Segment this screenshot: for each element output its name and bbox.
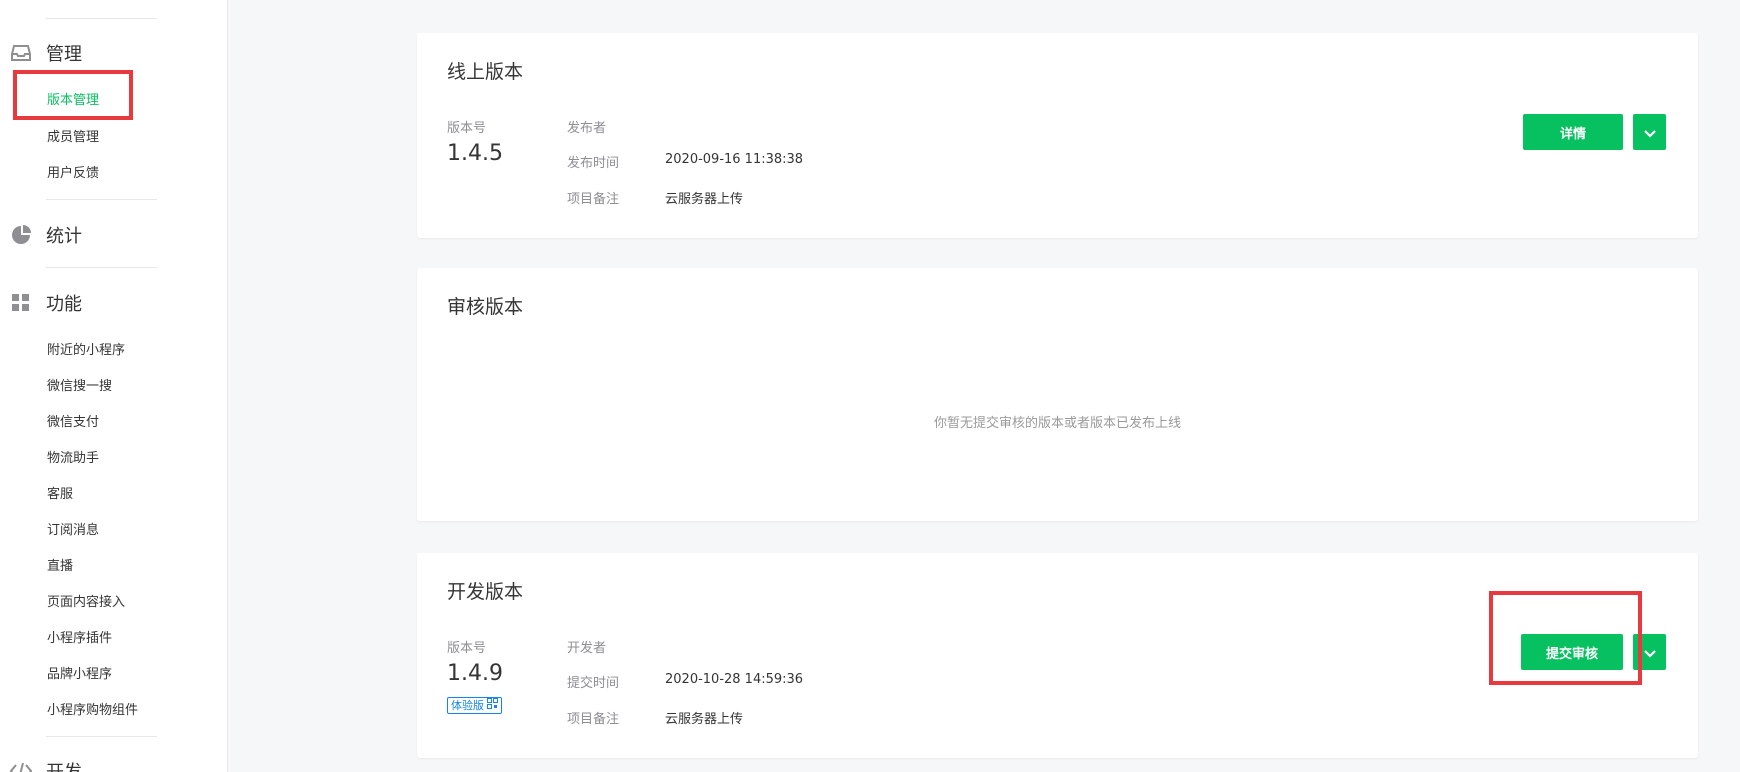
- grid-icon: [10, 292, 32, 314]
- online-more-dropdown[interactable]: [1633, 114, 1666, 150]
- sidebar-divider: [46, 267, 157, 268]
- card-title: 审核版本: [447, 296, 524, 318]
- trial-badge-label: 体验版: [451, 699, 484, 712]
- sidebar: 管理 版本管理 成员管理 用户反馈 统计 功能 附近的小程序 微信搜一搜 微信支…: [0, 0, 228, 772]
- card-title: 开发版本: [447, 581, 524, 603]
- developer-label: 开发者: [567, 641, 607, 656]
- publish-time-label: 发布时间: [567, 156, 620, 171]
- sidebar-item-member-manage[interactable]: 成员管理: [47, 128, 99, 148]
- card-title: 线上版本: [447, 61, 524, 83]
- sidebar-item-customer-service[interactable]: 客服: [47, 485, 73, 505]
- version-label: 版本号: [447, 641, 487, 656]
- details-button[interactable]: 详情: [1523, 114, 1623, 150]
- sidebar-item-brand[interactable]: 品牌小程序: [47, 665, 112, 685]
- remark-value: 云服务器上传: [665, 712, 744, 727]
- sidebar-divider: [46, 199, 157, 200]
- sidebar-divider: [46, 736, 157, 737]
- sidebar-divider: [46, 18, 157, 19]
- sidebar-item-nearby[interactable]: 附近的小程序: [47, 341, 125, 361]
- sidebar-group-dev[interactable]: 开发: [0, 756, 82, 772]
- sidebar-group-label: 开发: [46, 758, 82, 772]
- trial-badge[interactable]: 体验版: [447, 697, 502, 714]
- sidebar-item-plugin[interactable]: 小程序插件: [47, 629, 112, 649]
- sidebar-group-features[interactable]: 功能: [0, 288, 82, 318]
- sidebar-group-label: 统计: [46, 226, 82, 247]
- version-number: 1.4.9: [447, 661, 503, 686]
- highlight-box-version-manage: [13, 70, 133, 120]
- remark-label: 项目备注: [567, 712, 620, 727]
- code-icon: [10, 760, 32, 772]
- sidebar-group-stats[interactable]: 统计: [0, 220, 82, 250]
- online-version-card: 线上版本 版本号 1.4.5 发布者 发布时间 2020-09-16 11:38…: [417, 33, 1698, 238]
- sidebar-group-label: 功能: [46, 294, 82, 315]
- sidebar-group-manage[interactable]: 管理: [0, 38, 82, 68]
- sidebar-group-label: 管理: [46, 44, 82, 65]
- qrcode-icon: [487, 698, 498, 713]
- remark-label: 项目备注: [567, 192, 620, 207]
- submit-time-value: 2020-10-28 14:59:36: [665, 672, 804, 687]
- chevron-down-icon: [1643, 643, 1656, 662]
- highlight-box-submit-review: [1489, 591, 1642, 685]
- sidebar-item-subscribe-msg[interactable]: 订阅消息: [47, 521, 99, 541]
- sidebar-item-search[interactable]: 微信搜一搜: [47, 377, 112, 397]
- sidebar-item-page-content[interactable]: 页面内容接入: [47, 593, 125, 613]
- review-version-card: 审核版本 你暂无提交审核的版本或者版本已发布上线: [417, 268, 1698, 521]
- pie-chart-icon: [10, 224, 32, 246]
- sidebar-item-user-feedback[interactable]: 用户反馈: [47, 164, 99, 184]
- version-label: 版本号: [447, 121, 487, 136]
- empty-state-message: 你暂无提交审核的版本或者版本已发布上线: [933, 416, 1181, 431]
- sidebar-item-shopping[interactable]: 小程序购物组件: [47, 701, 138, 721]
- publish-time-value: 2020-09-16 11:38:38: [665, 152, 804, 167]
- inbox-icon: [10, 42, 32, 64]
- publisher-label: 发布者: [567, 121, 607, 136]
- sidebar-item-logistics[interactable]: 物流助手: [47, 449, 99, 469]
- chevron-down-icon: [1643, 123, 1656, 142]
- sidebar-item-live[interactable]: 直播: [47, 557, 73, 577]
- sidebar-item-pay[interactable]: 微信支付: [47, 413, 99, 433]
- submit-time-label: 提交时间: [567, 676, 620, 691]
- remark-value: 云服务器上传: [665, 192, 744, 207]
- version-number: 1.4.5: [447, 141, 503, 166]
